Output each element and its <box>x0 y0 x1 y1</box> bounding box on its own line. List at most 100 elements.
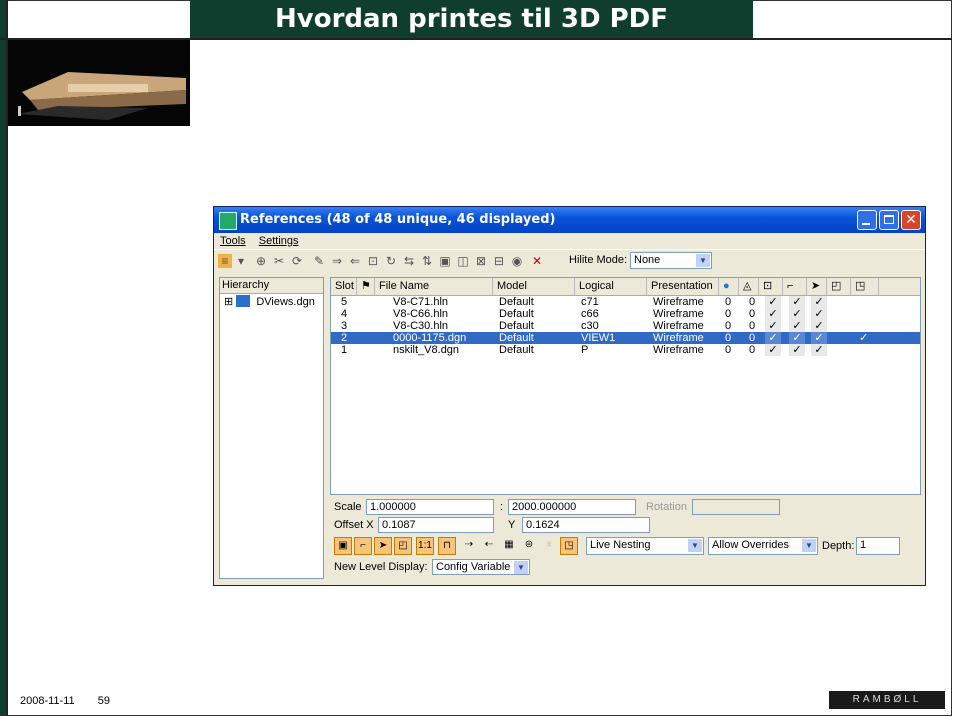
col-slot[interactable]: Slot <box>331 278 357 295</box>
col-flag[interactable]: ⚑ <box>357 278 375 295</box>
minimize-icon[interactable] <box>857 210 877 230</box>
arrow-left-icon[interactable]: ⇠ <box>480 537 498 555</box>
cell-c2: ✓ <box>789 332 805 344</box>
mirror-v-icon[interactable]: ⇅ <box>420 254 434 268</box>
tool-icon[interactable]: ≡ <box>218 254 232 268</box>
col-file-name[interactable]: File Name <box>375 278 493 295</box>
clip-boundary-icon[interactable]: ▣ <box>438 254 452 268</box>
offset-x-label: Offset X <box>334 519 374 531</box>
snap-toggle-icon[interactable]: ⌐ <box>354 537 372 555</box>
arrow-right-icon[interactable]: ⇢ <box>460 537 478 555</box>
bulb-icon[interactable]: ♀ <box>540 537 558 555</box>
footer-page: 59 <box>97 695 110 707</box>
cell-a: 0 <box>725 320 732 332</box>
cell-c3: ✓ <box>811 320 827 332</box>
col-treat-icon[interactable]: ◳ <box>851 278 879 295</box>
clip-back-icon[interactable]: ◉ <box>510 254 524 268</box>
cell-presentation: Wireframe <box>653 296 704 308</box>
hilite-mode-select[interactable]: None ▼ <box>630 252 712 269</box>
cell-b: 0 <box>749 308 756 320</box>
depth-label: Depth: <box>822 540 855 552</box>
cell-slot: 4 <box>341 308 348 320</box>
locate-toggle-icon[interactable]: ➤ <box>374 537 392 555</box>
scale-field-2[interactable]: 2000.000000 <box>508 499 636 515</box>
scale-label: Scale <box>334 501 362 513</box>
cell-file: nskilt_V8.dgn <box>393 344 460 356</box>
menu-tools[interactable]: Tools <box>220 235 246 247</box>
reload-icon[interactable]: ⟳ <box>290 254 304 268</box>
scale-icon[interactable]: ⊡ <box>366 254 380 268</box>
offset-x-field[interactable]: 0.1087 <box>378 517 494 533</box>
col-cursor-icon[interactable]: ➤ <box>807 278 827 295</box>
level-display-select[interactable]: Config Variable ▼ <box>432 559 530 575</box>
col-snap-icon[interactable]: ◬ <box>739 278 759 295</box>
cell-c2: ✓ <box>789 296 805 308</box>
cell-c3: ✓ <box>811 296 827 308</box>
exchange-icon[interactable]: ✕ <box>530 254 544 268</box>
level-icon[interactable]: ⊜ <box>520 537 538 555</box>
col-model[interactable]: Model <box>493 278 575 295</box>
cell-c3: ✓ <box>811 308 827 320</box>
highlight-icon[interactable]: ✎ <box>312 254 326 268</box>
company-logo: RAMBØLL <box>829 691 945 709</box>
table-row[interactable]: 1 nskilt_V8.dgn Default P Wireframe 0 0 ✓ ✓ ✓ <box>331 344 920 356</box>
cell-c1: ✓ <box>765 344 781 356</box>
move-icon[interactable]: ⇒ <box>330 254 344 268</box>
hierarchy-item-root[interactable]: ⊞ DViews.dgn <box>220 294 323 310</box>
clip-mask-icon[interactable]: ◫ <box>456 254 470 268</box>
maximize-icon[interactable] <box>879 210 899 230</box>
scale-field[interactable]: 1.000000 <box>366 499 494 515</box>
col-presentation[interactable]: Presentation <box>647 278 719 295</box>
true-scale-icon[interactable]: 1:1 <box>416 537 434 555</box>
cell-c2: ✓ <box>789 344 805 356</box>
menubar: Tools Settings <box>214 233 925 249</box>
nesting-select[interactable]: Live Nesting ▼ <box>586 537 704 555</box>
expand-icon[interactable]: ⊞ <box>224 296 233 308</box>
chevron-down-icon: ▼ <box>688 539 702 552</box>
copy-icon[interactable]: ⇐ <box>348 254 362 268</box>
level-display-value: Config Variable <box>436 561 511 573</box>
table-row[interactable]: 5 V8-C71.hln Default c71 Wireframe 0 0 ✓ ✓ ✓ <box>331 296 920 308</box>
treat-as-element-icon[interactable]: ◳ <box>560 537 578 555</box>
ignore-attachments-icon[interactable]: ⊓ <box>438 537 456 555</box>
cell-file: 0000-1175.dgn <box>393 332 467 344</box>
table-row[interactable]: 2 0000-1175.dgn Default VIEW1 Wireframe 0 0 ✓ ✓ ✓… <box>331 332 920 344</box>
nesting-value: Live Nesting <box>590 539 651 551</box>
georef-toggle-icon[interactable]: ◰ <box>394 537 412 555</box>
cell-c3: ✓ <box>811 332 827 344</box>
mirror-h-icon[interactable]: ⇆ <box>402 254 416 268</box>
grid-icon[interactable]: ▦ <box>500 537 518 555</box>
chevron-down-icon: ▼ <box>802 539 816 552</box>
clip-front-icon[interactable]: ⊟ <box>492 254 506 268</box>
table-row[interactable]: 3 V8-C30.hln Default c30 Wireframe 0 0 ✓ ✓ ✓ <box>331 320 920 332</box>
detach-icon[interactable]: ✂ <box>272 254 286 268</box>
chevron-down-icon: ▼ <box>514 561 528 574</box>
offset-y-field[interactable]: 0.1624 <box>522 517 650 533</box>
depth-field[interactable]: 1 <box>856 537 900 555</box>
col-locate-icon[interactable]: ⊡ <box>759 278 783 295</box>
cell-a: 0 <box>725 332 732 344</box>
attach-icon[interactable]: ⊕ <box>254 254 268 268</box>
level-display-label: New Level Display: <box>334 561 428 573</box>
cell-logical: c66 <box>581 308 599 320</box>
rotate-icon[interactable]: ↻ <box>384 254 398 268</box>
hierarchy-header: Hierarchy <box>220 278 323 294</box>
cell-logical: P <box>581 344 589 356</box>
col-georef-icon[interactable]: ◰ <box>827 278 851 295</box>
cell-presentation: Wireframe <box>653 332 704 344</box>
slide-footer: 2008-11-11 59 <box>20 695 130 707</box>
cell-logical: c71 <box>581 296 599 308</box>
cell-slot: 5 <box>341 296 348 308</box>
chevron-down-icon[interactable]: ▾ <box>234 254 248 268</box>
col-true-scale-icon[interactable]: ⌐ <box>783 278 807 295</box>
window-titlebar[interactable]: References (48 of 48 unique, 46 displaye… <box>214 207 925 233</box>
col-display-icon[interactable]: ● <box>719 278 739 295</box>
cell-c1: ✓ <box>765 320 781 332</box>
clip-delete-icon[interactable]: ⊠ <box>474 254 488 268</box>
display-toggle-icon[interactable]: ▣ <box>334 537 352 555</box>
menu-settings[interactable]: Settings <box>259 235 299 247</box>
close-icon[interactable]: ✕ <box>901 210 921 230</box>
table-row[interactable]: 4 V8-C66.hln Default c66 Wireframe 0 0 ✓ ✓ ✓ <box>331 308 920 320</box>
col-logical[interactable]: Logical <box>575 278 647 295</box>
overrides-select[interactable]: Allow Overrides ▼ <box>708 537 818 555</box>
